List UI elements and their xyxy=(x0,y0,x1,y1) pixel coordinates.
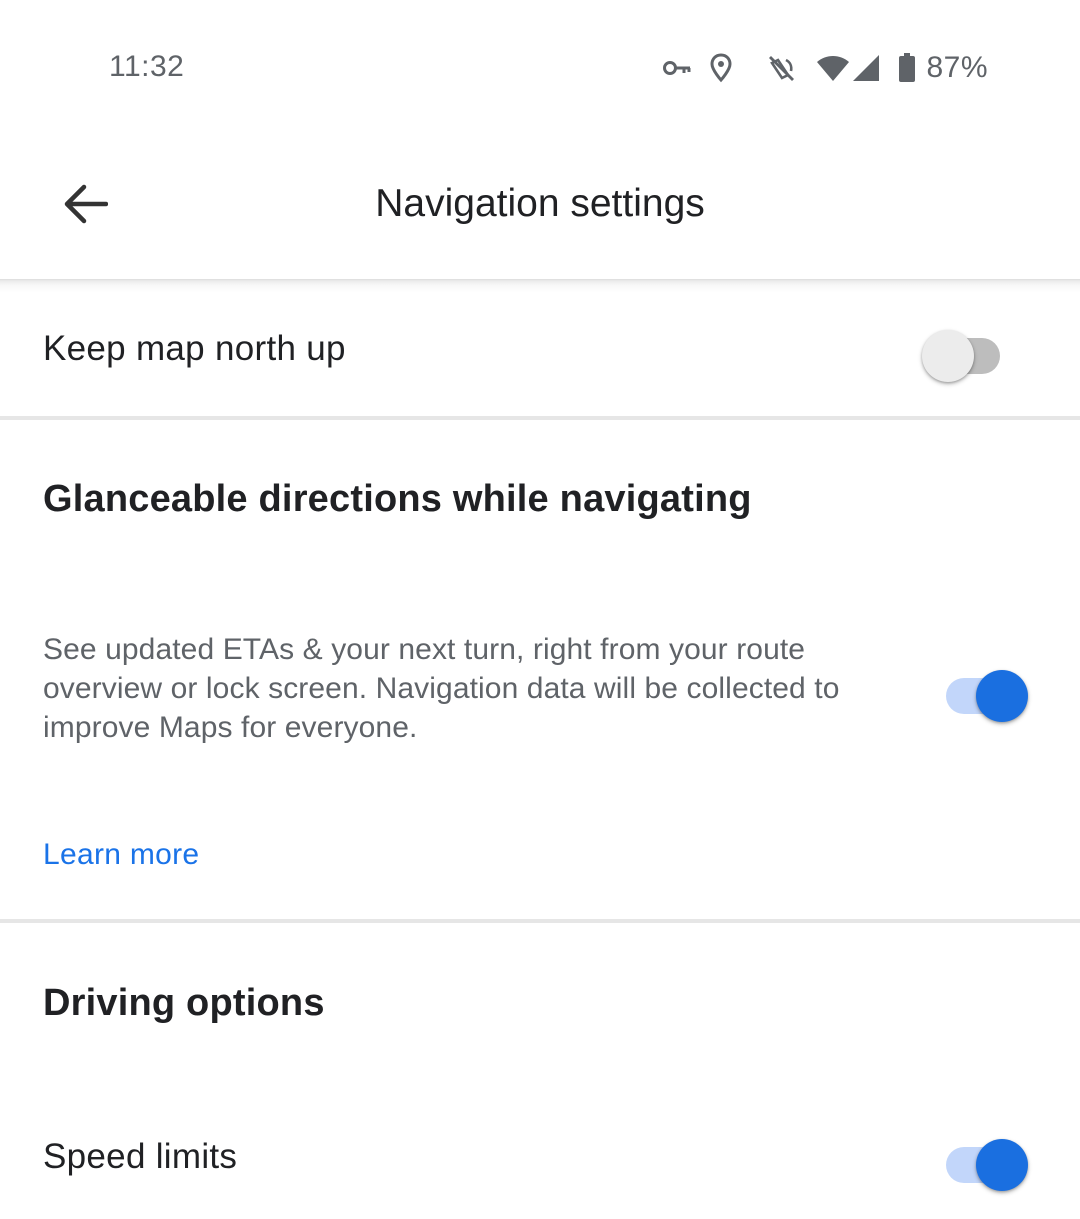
divider xyxy=(0,416,1080,420)
status-time: 11:32 xyxy=(109,50,185,83)
wifi-icon xyxy=(816,54,850,82)
divider xyxy=(0,919,1080,923)
app-bar: Navigation settings xyxy=(0,135,1080,280)
glanceable-description: See updated ETAs & your next turn, right… xyxy=(43,633,840,744)
battery-percent: 87% xyxy=(926,51,988,84)
keep-north-up-toggle[interactable] xyxy=(922,320,1012,382)
app-bar-shadow xyxy=(0,279,1080,293)
toggle-thumb xyxy=(922,330,974,382)
keep-north-up-label: Keep map north up xyxy=(43,329,346,368)
vpn-key-icon xyxy=(662,58,692,78)
speed-limits-label: Speed limits xyxy=(43,1137,238,1176)
vibrate-off-icon xyxy=(766,53,796,83)
glanceable-toggle[interactable] xyxy=(946,660,1036,722)
page-title: Navigation settings xyxy=(375,182,705,225)
driving-options-heading: Driving options xyxy=(43,982,325,1024)
speed-limits-toggle[interactable] xyxy=(946,1129,1036,1191)
setting-row-keep-north-up[interactable]: Keep map north up xyxy=(0,293,1080,416)
status-bar: 11:32 87% xyxy=(0,0,1080,135)
battery-icon xyxy=(898,53,916,83)
glanceable-heading: Glanceable directions while navigating xyxy=(43,478,752,520)
status-icons: 87% xyxy=(662,48,988,88)
location-icon xyxy=(710,53,732,83)
toggle-thumb xyxy=(976,670,1028,722)
cell-signal-icon xyxy=(852,54,880,82)
learn-more-link[interactable]: Learn more xyxy=(43,838,199,872)
toggle-thumb xyxy=(976,1139,1028,1191)
